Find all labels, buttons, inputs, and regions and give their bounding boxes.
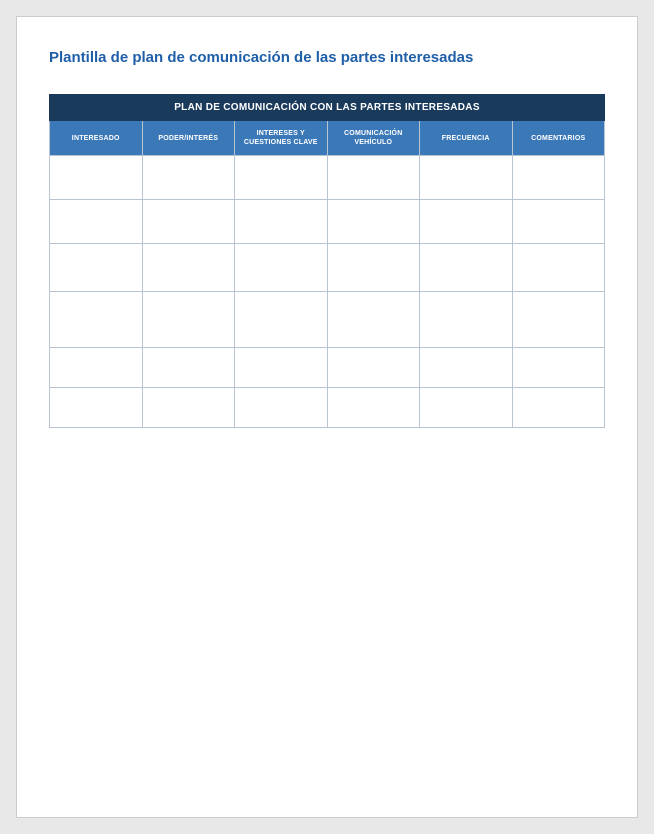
document-page: Plantilla de plan de comunicación de las…	[16, 16, 638, 818]
table-cell[interactable]	[142, 244, 235, 292]
table-body	[50, 156, 605, 428]
table-cell[interactable]	[327, 244, 420, 292]
table-cell[interactable]	[235, 348, 328, 388]
table-cell[interactable]	[50, 348, 143, 388]
table-row	[50, 292, 605, 348]
table-cell[interactable]	[327, 200, 420, 244]
table-cell[interactable]	[512, 388, 605, 428]
table-cell[interactable]	[142, 348, 235, 388]
table-cell[interactable]	[420, 388, 513, 428]
table-cell[interactable]	[142, 292, 235, 348]
table-cell[interactable]	[512, 348, 605, 388]
col-header-interesado: INTERESADO	[50, 121, 143, 156]
col-header-intereses-cuestiones: INTERESES Y CUESTIONES CLAVE	[235, 121, 328, 156]
table-cell[interactable]	[420, 200, 513, 244]
table-cell[interactable]	[512, 200, 605, 244]
table-cell[interactable]	[142, 156, 235, 200]
table-row	[50, 244, 605, 292]
table-cell[interactable]	[420, 348, 513, 388]
table-container: PLAN DE COMUNICACIÓN CON LAS PARTES INTE…	[49, 94, 605, 428]
table-cell[interactable]	[235, 156, 328, 200]
table-cell[interactable]	[142, 200, 235, 244]
table-row	[50, 348, 605, 388]
col-header-frecuencia: FRECUENCIA	[420, 121, 513, 156]
table-cell[interactable]	[235, 388, 328, 428]
table-cell[interactable]	[327, 348, 420, 388]
table-cell[interactable]	[327, 388, 420, 428]
table-column-header-row: INTERESADO PODER/INTERÉS INTERESES Y CUE…	[50, 121, 605, 156]
table-cell[interactable]	[50, 200, 143, 244]
table-cell[interactable]	[420, 292, 513, 348]
table-cell[interactable]	[142, 388, 235, 428]
table-cell[interactable]	[420, 244, 513, 292]
table-cell[interactable]	[235, 244, 328, 292]
table-cell[interactable]	[327, 156, 420, 200]
page-title: Plantilla de plan de comunicación de las…	[49, 49, 605, 66]
table-row	[50, 156, 605, 200]
stakeholder-table: PLAN DE COMUNICACIÓN CON LAS PARTES INTE…	[49, 94, 605, 428]
table-cell[interactable]	[50, 292, 143, 348]
table-cell[interactable]	[512, 156, 605, 200]
table-cell[interactable]	[235, 200, 328, 244]
table-cell[interactable]	[512, 244, 605, 292]
table-row	[50, 200, 605, 244]
table-main-header: PLAN DE COMUNICACIÓN CON LAS PARTES INTE…	[50, 95, 605, 121]
table-cell[interactable]	[235, 292, 328, 348]
table-cell[interactable]	[327, 292, 420, 348]
table-cell[interactable]	[512, 292, 605, 348]
table-cell[interactable]	[50, 244, 143, 292]
col-header-comunicacion-vehiculo: COMUNICACIÓN VEHÍCULO	[327, 121, 420, 156]
table-row	[50, 388, 605, 428]
table-cell[interactable]	[50, 156, 143, 200]
table-cell[interactable]	[420, 156, 513, 200]
table-cell[interactable]	[50, 388, 143, 428]
col-header-poder-interes: PODER/INTERÉS	[142, 121, 235, 156]
col-header-comentarios: COMENTARIOS	[512, 121, 605, 156]
